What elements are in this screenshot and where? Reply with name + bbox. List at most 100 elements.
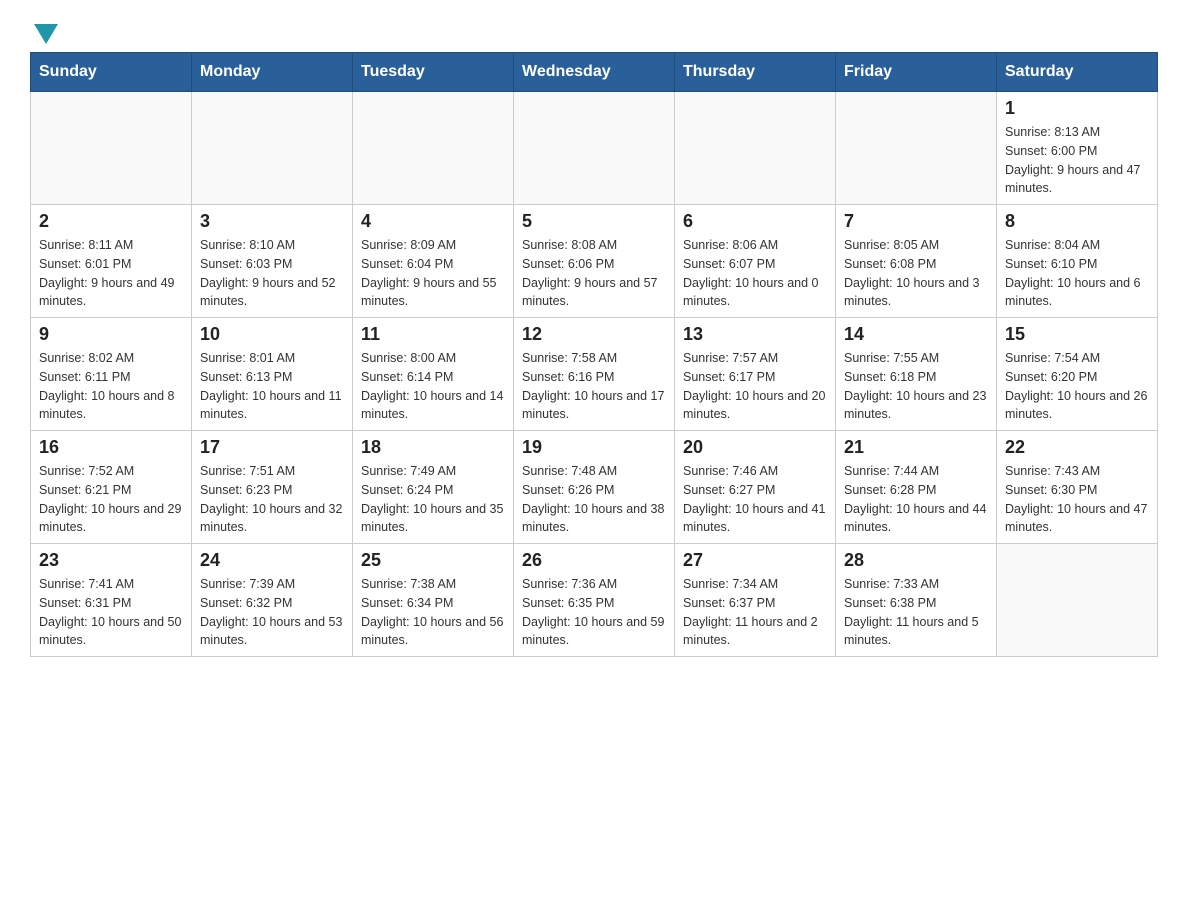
day-of-week-header: Saturday — [997, 53, 1158, 92]
logo — [30, 20, 58, 42]
logo-triangle-icon — [34, 24, 58, 44]
day-info: Sunrise: 8:01 AMSunset: 6:13 PMDaylight:… — [200, 349, 344, 424]
day-number: 14 — [844, 324, 988, 345]
day-number: 4 — [361, 211, 505, 232]
calendar-header-row: SundayMondayTuesdayWednesdayThursdayFrid… — [31, 53, 1158, 92]
day-number: 7 — [844, 211, 988, 232]
day-number: 8 — [1005, 211, 1149, 232]
day-number: 27 — [683, 550, 827, 571]
day-info: Sunrise: 7:39 AMSunset: 6:32 PMDaylight:… — [200, 575, 344, 650]
day-info: Sunrise: 8:02 AMSunset: 6:11 PMDaylight:… — [39, 349, 183, 424]
calendar-week-row: 1 Sunrise: 8:13 AMSunset: 6:00 PMDaylight… — [31, 92, 1158, 205]
day-number: 1 — [1005, 98, 1149, 119]
calendar-day-cell: 7 Sunrise: 8:05 AMSunset: 6:08 PMDaylight… — [836, 205, 997, 318]
calendar-day-cell: 1 Sunrise: 8:13 AMSunset: 6:00 PMDaylight… — [997, 92, 1158, 205]
day-number: 25 — [361, 550, 505, 571]
calendar-day-cell — [192, 92, 353, 205]
calendar-day-cell — [353, 92, 514, 205]
calendar-day-cell: 10 Sunrise: 8:01 AMSunset: 6:13 PMDayligh… — [192, 318, 353, 431]
day-info: Sunrise: 8:08 AMSunset: 6:06 PMDaylight:… — [522, 236, 666, 311]
day-info: Sunrise: 8:10 AMSunset: 6:03 PMDaylight:… — [200, 236, 344, 311]
day-info: Sunrise: 7:41 AMSunset: 6:31 PMDaylight:… — [39, 575, 183, 650]
day-info: Sunrise: 8:05 AMSunset: 6:08 PMDaylight:… — [844, 236, 988, 311]
day-number: 22 — [1005, 437, 1149, 458]
day-number: 9 — [39, 324, 183, 345]
day-of-week-header: Wednesday — [514, 53, 675, 92]
calendar-day-cell: 23 Sunrise: 7:41 AMSunset: 6:31 PMDayligh… — [31, 544, 192, 657]
calendar-day-cell — [31, 92, 192, 205]
day-number: 2 — [39, 211, 183, 232]
calendar-day-cell: 17 Sunrise: 7:51 AMSunset: 6:23 PMDayligh… — [192, 431, 353, 544]
day-number: 21 — [844, 437, 988, 458]
calendar-week-row: 16 Sunrise: 7:52 AMSunset: 6:21 PMDayligh… — [31, 431, 1158, 544]
calendar-day-cell: 22 Sunrise: 7:43 AMSunset: 6:30 PMDayligh… — [997, 431, 1158, 544]
page-header — [30, 20, 1158, 42]
calendar-day-cell: 28Sunrise: 7:33 AMSunset: 6:38 PMDayligh… — [836, 544, 997, 657]
day-info: Sunrise: 7:43 AMSunset: 6:30 PMDaylight:… — [1005, 462, 1149, 537]
day-info: Sunrise: 7:55 AMSunset: 6:18 PMDaylight:… — [844, 349, 988, 424]
calendar-week-row: 9 Sunrise: 8:02 AMSunset: 6:11 PMDaylight… — [31, 318, 1158, 431]
day-number: 24 — [200, 550, 344, 571]
day-number: 5 — [522, 211, 666, 232]
day-number: 17 — [200, 437, 344, 458]
calendar-day-cell: 6Sunrise: 8:06 AMSunset: 6:07 PMDaylight… — [675, 205, 836, 318]
calendar-day-cell: 20 Sunrise: 7:46 AMSunset: 6:27 PMDayligh… — [675, 431, 836, 544]
calendar-day-cell: 11 Sunrise: 8:00 AMSunset: 6:14 PMDayligh… — [353, 318, 514, 431]
day-info: Sunrise: 7:57 AMSunset: 6:17 PMDaylight:… — [683, 349, 827, 424]
day-of-week-header: Thursday — [675, 53, 836, 92]
day-of-week-header: Friday — [836, 53, 997, 92]
calendar-day-cell: 9 Sunrise: 8:02 AMSunset: 6:11 PMDaylight… — [31, 318, 192, 431]
calendar-day-cell: 19Sunrise: 7:48 AMSunset: 6:26 PMDayligh… — [514, 431, 675, 544]
day-info: Sunrise: 8:13 AMSunset: 6:00 PMDaylight:… — [1005, 123, 1149, 198]
calendar-day-cell: 26 Sunrise: 7:36 AMSunset: 6:35 PMDayligh… — [514, 544, 675, 657]
day-number: 26 — [522, 550, 666, 571]
day-info: Sunrise: 7:34 AMSunset: 6:37 PMDaylight:… — [683, 575, 827, 650]
day-number: 11 — [361, 324, 505, 345]
day-info: Sunrise: 7:48 AMSunset: 6:26 PMDaylight:… — [522, 462, 666, 537]
calendar-day-cell: 27 Sunrise: 7:34 AMSunset: 6:37 PMDayligh… — [675, 544, 836, 657]
calendar-day-cell — [997, 544, 1158, 657]
day-info: Sunrise: 7:36 AMSunset: 6:35 PMDaylight:… — [522, 575, 666, 650]
calendar-day-cell: 15 Sunrise: 7:54 AMSunset: 6:20 PMDayligh… — [997, 318, 1158, 431]
calendar-day-cell: 5 Sunrise: 8:08 AMSunset: 6:06 PMDaylight… — [514, 205, 675, 318]
day-number: 15 — [1005, 324, 1149, 345]
day-of-week-header: Monday — [192, 53, 353, 92]
calendar-day-cell: 12 Sunrise: 7:58 AMSunset: 6:16 PMDayligh… — [514, 318, 675, 431]
day-number: 16 — [39, 437, 183, 458]
day-number: 18 — [361, 437, 505, 458]
calendar-day-cell: 13 Sunrise: 7:57 AMSunset: 6:17 PMDayligh… — [675, 318, 836, 431]
calendar-day-cell: 14 Sunrise: 7:55 AMSunset: 6:18 PMDayligh… — [836, 318, 997, 431]
day-of-week-header: Tuesday — [353, 53, 514, 92]
day-info: Sunrise: 8:04 AMSunset: 6:10 PMDaylight:… — [1005, 236, 1149, 311]
day-info: Sunrise: 7:52 AMSunset: 6:21 PMDaylight:… — [39, 462, 183, 537]
day-info: Sunrise: 8:11 AMSunset: 6:01 PMDaylight:… — [39, 236, 183, 311]
calendar-day-cell: 4Sunrise: 8:09 AMSunset: 6:04 PMDaylight… — [353, 205, 514, 318]
calendar-day-cell: 8 Sunrise: 8:04 AMSunset: 6:10 PMDaylight… — [997, 205, 1158, 318]
calendar-day-cell: 3 Sunrise: 8:10 AMSunset: 6:03 PMDaylight… — [192, 205, 353, 318]
day-info: Sunrise: 7:44 AMSunset: 6:28 PMDaylight:… — [844, 462, 988, 537]
calendar-day-cell: 2 Sunrise: 8:11 AMSunset: 6:01 PMDaylight… — [31, 205, 192, 318]
calendar-day-cell: 25Sunrise: 7:38 AMSunset: 6:34 PMDayligh… — [353, 544, 514, 657]
day-number: 13 — [683, 324, 827, 345]
day-info: Sunrise: 7:46 AMSunset: 6:27 PMDaylight:… — [683, 462, 827, 537]
day-number: 23 — [39, 550, 183, 571]
day-info: Sunrise: 7:49 AMSunset: 6:24 PMDaylight:… — [361, 462, 505, 537]
calendar-day-cell: 21 Sunrise: 7:44 AMSunset: 6:28 PMDayligh… — [836, 431, 997, 544]
calendar-table: SundayMondayTuesdayWednesdayThursdayFrid… — [30, 52, 1158, 657]
day-info: Sunrise: 7:54 AMSunset: 6:20 PMDaylight:… — [1005, 349, 1149, 424]
day-number: 6 — [683, 211, 827, 232]
day-number: 12 — [522, 324, 666, 345]
day-info: Sunrise: 7:58 AMSunset: 6:16 PMDaylight:… — [522, 349, 666, 424]
day-number: 10 — [200, 324, 344, 345]
day-info: Sunrise: 7:51 AMSunset: 6:23 PMDaylight:… — [200, 462, 344, 537]
day-number: 3 — [200, 211, 344, 232]
day-info: Sunrise: 8:00 AMSunset: 6:14 PMDaylight:… — [361, 349, 505, 424]
day-info: Sunrise: 7:33 AMSunset: 6:38 PMDaylight:… — [844, 575, 988, 650]
calendar-day-cell — [514, 92, 675, 205]
calendar-day-cell — [675, 92, 836, 205]
day-of-week-header: Sunday — [31, 53, 192, 92]
day-number: 20 — [683, 437, 827, 458]
calendar-day-cell: 18 Sunrise: 7:49 AMSunset: 6:24 PMDayligh… — [353, 431, 514, 544]
calendar-week-row: 23 Sunrise: 7:41 AMSunset: 6:31 PMDayligh… — [31, 544, 1158, 657]
calendar-day-cell — [836, 92, 997, 205]
